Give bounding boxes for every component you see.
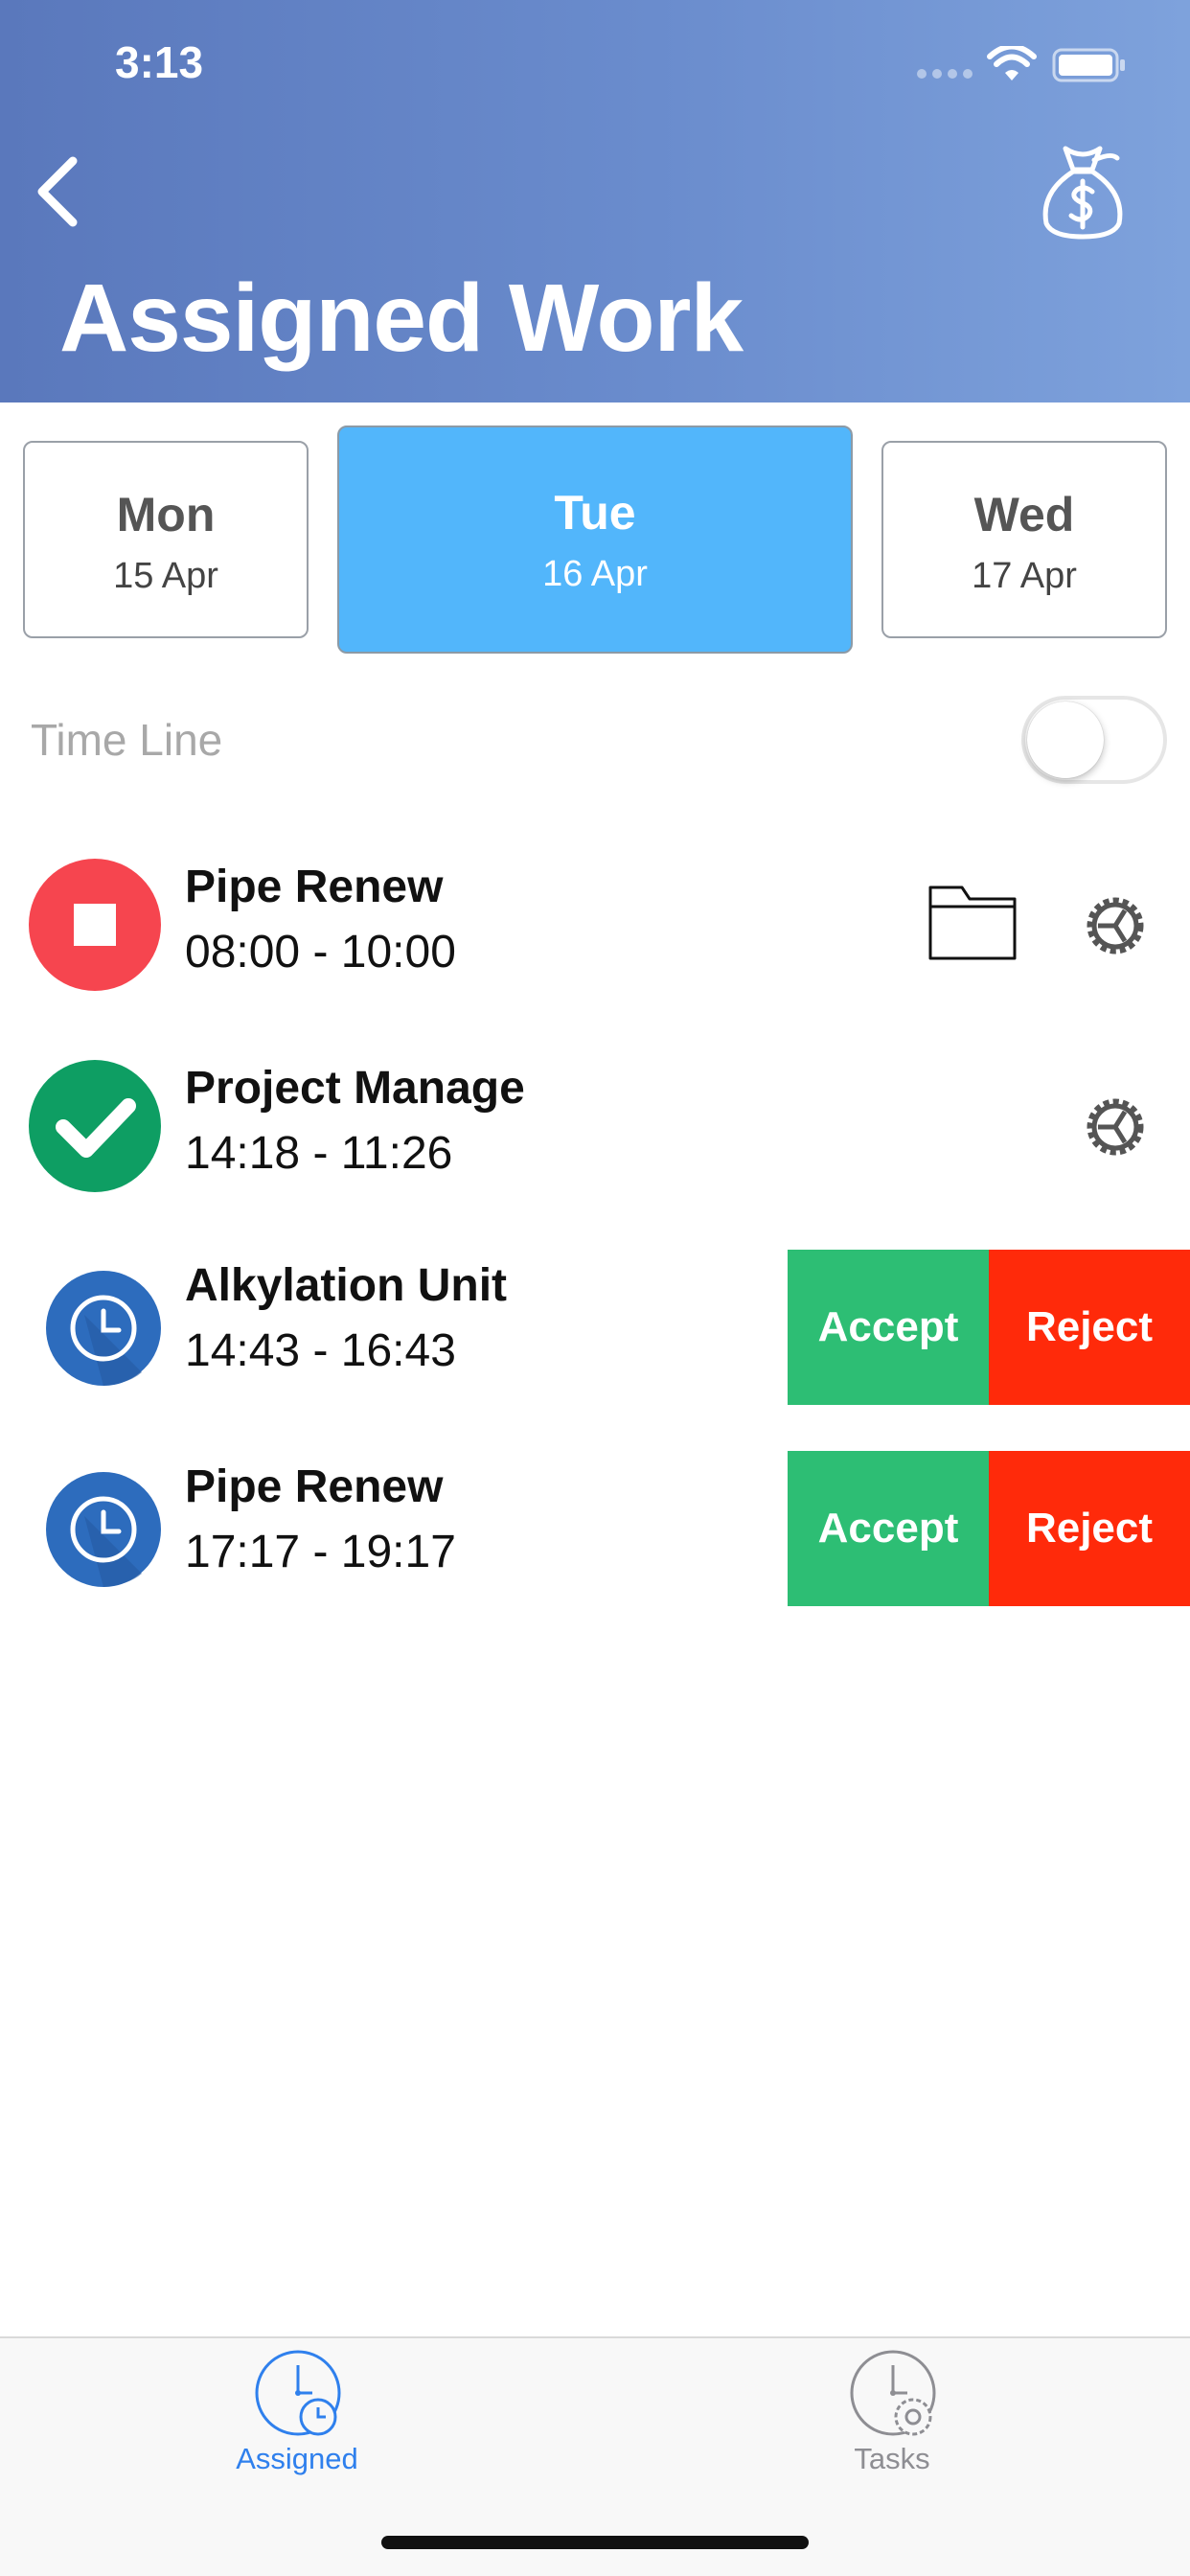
day-date: 17 Apr [972, 556, 1077, 596]
clock-settings-icon [850, 2350, 936, 2436]
clock-status-icon [46, 1271, 161, 1386]
status-time: 3:13 [115, 37, 204, 87]
task-title: Pipe Renew [185, 862, 444, 912]
task-row[interactable]: Project Manage 14:18 - 11:26 [0, 1060, 1190, 1213]
gear-icon[interactable] [1083, 1094, 1148, 1160]
day-date: 15 Apr [113, 556, 218, 596]
money-bag-icon [1042, 146, 1123, 240]
gear-icon[interactable] [1083, 893, 1148, 958]
wifi-icon [987, 46, 1037, 80]
header-bar: 3:13 Assigned Work [0, 0, 1190, 402]
task-row[interactable]: Pipe Renew 17:17 - 19:17 Accept Reject [0, 1451, 1190, 1612]
task-title: Alkylation Unit [185, 1260, 508, 1311]
accept-button[interactable]: Accept [788, 1451, 989, 1606]
back-button[interactable] [29, 153, 86, 230]
task-time: 17:17 - 19:17 [185, 1527, 456, 1577]
day-name: Mon [116, 488, 216, 541]
day-card-wed[interactable]: Wed 17 Apr [881, 441, 1167, 638]
day-card-tue[interactable]: Tue 16 Apr [337, 426, 853, 654]
clock-status-icon [46, 1472, 161, 1587]
page-title: Assigned Work [59, 264, 744, 372]
battery-icon [1052, 48, 1125, 82]
day-date: 16 Apr [542, 554, 648, 594]
tab-label: Assigned [236, 2442, 358, 2475]
task-title: Project Manage [185, 1063, 525, 1114]
day-name: Tue [554, 486, 636, 540]
toggle-knob [1027, 702, 1104, 778]
day-card-mon[interactable]: Mon 15 Apr [23, 441, 309, 638]
checkmark-status-icon [29, 1060, 161, 1192]
task-time: 14:18 - 11:26 [185, 1128, 453, 1179]
reject-button[interactable]: Reject [989, 1451, 1190, 1606]
folder-icon[interactable] [927, 882, 1018, 962]
task-row[interactable]: Pipe Renew 08:00 - 10:00 [0, 859, 1190, 1012]
stop-status-icon [29, 859, 161, 991]
day-name: Wed [973, 488, 1075, 541]
task-title: Pipe Renew [185, 1461, 444, 1512]
timeline-label: Time Line [31, 715, 223, 765]
timeline-toggle[interactable] [1021, 696, 1167, 784]
task-time: 14:43 - 16:43 [185, 1325, 456, 1376]
home-indicator [381, 2536, 809, 2549]
tab-label: Tasks [854, 2442, 930, 2475]
task-time: 08:00 - 10:00 [185, 927, 456, 978]
clock-assigned-icon [255, 2350, 341, 2436]
money-bag-button[interactable] [1035, 139, 1131, 240]
task-row[interactable]: Alkylation Unit 14:43 - 16:43 Accept Rej… [0, 1250, 1190, 1411]
tab-assigned[interactable]: Assigned [153, 2338, 441, 2530]
accept-button[interactable]: Accept [788, 1250, 989, 1405]
chevron-left-icon [37, 156, 78, 227]
tab-tasks[interactable]: Tasks [748, 2338, 1036, 2530]
reject-button[interactable]: Reject [989, 1250, 1190, 1405]
cellular-signal-icon [917, 69, 973, 79]
